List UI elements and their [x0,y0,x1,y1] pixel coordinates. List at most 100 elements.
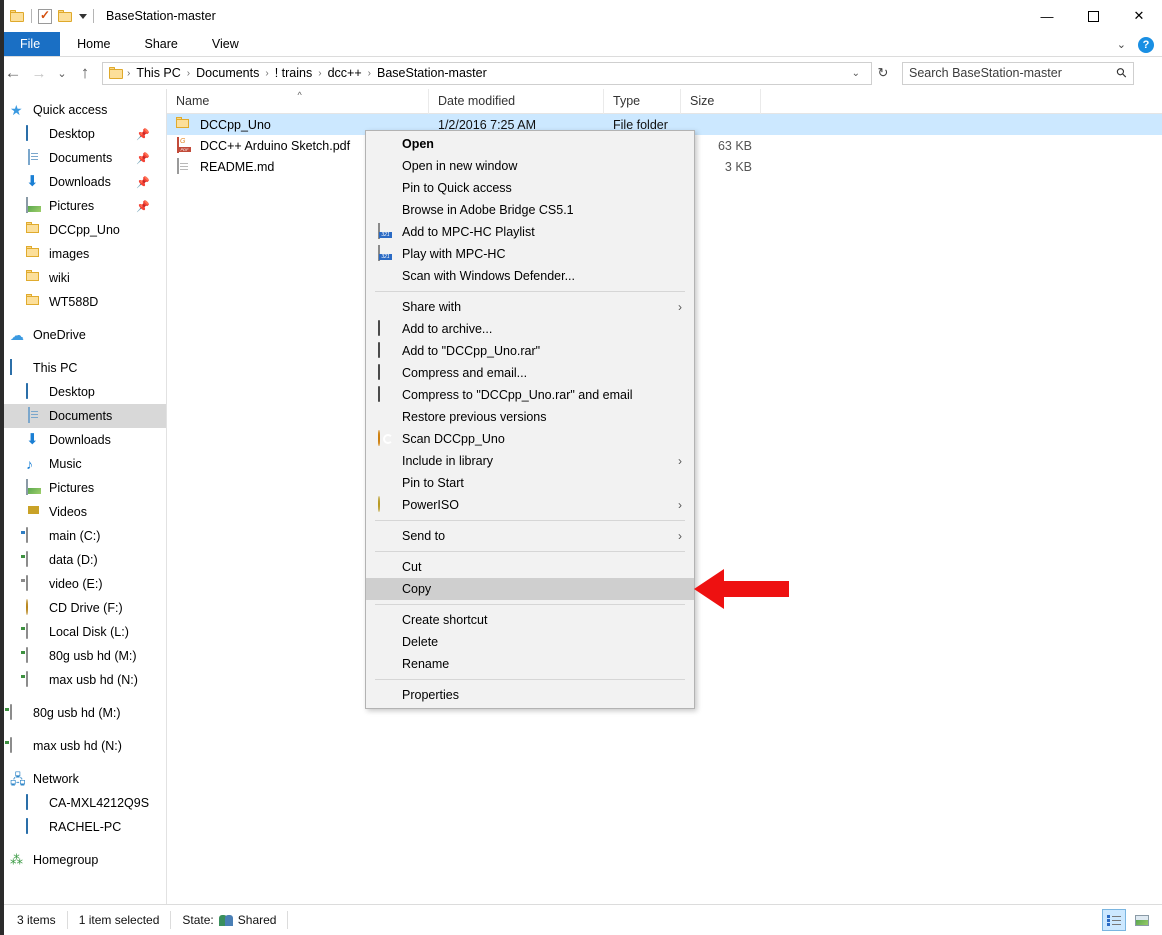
menu-item-add-to-mpc-hc-playlist[interactable]: Add to MPC-HC Playlist [366,221,694,243]
sidebar-item-toplevel-drive-n[interactable]: max usb hd (N:) [0,734,166,758]
menu-item-delete[interactable]: Delete [366,631,694,653]
sidebar-group-network[interactable]: 🖧 Network [0,767,166,791]
search-box[interactable]: Search BaseStation-master ⚲ [902,61,1134,85]
menu-item-include-in-library[interactable]: Include in library › [366,450,694,472]
sidebar-item-downloads[interactable]: ⬇ Downloads 📌 [0,170,166,194]
menu-item-open[interactable]: Open [366,133,694,155]
pin-icon[interactable]: 📌 [136,176,150,189]
tab-share[interactable]: Share [128,32,195,56]
menu-item-rename[interactable]: Rename [366,653,694,675]
pin-icon[interactable]: 📌 [136,128,150,141]
sidebar-item-pc-desktop[interactable]: Desktop [0,380,166,404]
menu-item-pin-to-quick-access[interactable]: Pin to Quick access [366,177,694,199]
up-arrow-icon[interactable]: ↑ [72,59,98,87]
customize-caret-icon[interactable] [79,13,87,19]
tab-file[interactable]: File [0,32,61,56]
menu-item-poweriso[interactable]: PowerISO › [366,494,694,516]
help-icon[interactable]: ? [1138,36,1154,53]
sidebar-group-homegroup[interactable]: ⁂ Homegroup [0,848,166,872]
menu-item-cut[interactable]: Cut [366,556,694,578]
sidebar-item-images[interactable]: images [0,242,166,266]
folder-icon[interactable] [10,10,25,22]
refresh-icon[interactable]: ↻ [872,62,894,85]
breadcrumb-item-trains[interactable]: ! trains [270,66,318,80]
sidebar-item-pc-videos[interactable]: Videos [0,500,166,524]
menu-item-send-to[interactable]: Send to › [366,525,694,547]
breadcrumb-item-documents[interactable]: Documents [191,66,264,80]
menu-item-browse-in-adobe-bridge[interactable]: Browse in Adobe Bridge CS5.1 [366,199,694,221]
menu-item-add-to-archive[interactable]: Add to archive... [366,318,694,340]
minimize-button[interactable]: — [1024,0,1070,32]
sidebar-item-ca-mxl4212q9s[interactable]: CA-MXL4212Q9S [0,791,166,815]
sidebar-item-dccpp-uno[interactable]: DCCpp_Uno [0,218,166,242]
sidebar-group-onedrive[interactable]: ☁ OneDrive [0,323,166,347]
sidebar-item-pictures[interactable]: Pictures 📌 [0,194,166,218]
sidebar-item-drive-n[interactable]: max usb hd (N:) [0,668,166,692]
menu-item-scan-dccpp-uno[interactable]: Scan DCCpp_Uno [366,428,694,450]
sidebar-item-desktop[interactable]: Desktop 📌 [0,122,166,146]
address-dropdown-icon[interactable]: ⌄ [845,68,867,79]
sidebar-item-label: Videos [49,505,87,519]
pin-icon[interactable]: 📌 [136,152,150,165]
sidebar-group-this-pc[interactable]: This PC [0,356,166,380]
sidebar-item-pc-music[interactable]: ♪ Music [0,452,166,476]
breadcrumb-item-dccpp[interactable]: dcc++ [323,66,367,80]
sidebar-item-documents[interactable]: Documents 📌 [0,146,166,170]
tab-view[interactable]: View [195,32,256,56]
chevron-right-icon: › [678,498,682,512]
sidebar-item-pc-downloads[interactable]: ⬇ Downloads [0,428,166,452]
column-header-date-modified[interactable]: Date modified [429,88,604,114]
recent-locations-icon[interactable]: ⌄ [52,59,72,87]
desktop-background-strip [0,0,4,935]
sidebar-item-pc-pictures[interactable]: Pictures [0,476,166,500]
view-buttons [1102,909,1154,931]
new-folder-icon[interactable] [58,10,73,22]
sidebar-group-quick-access[interactable]: ★ Quick access [0,98,166,122]
sidebar-item-wt588d[interactable]: WT588D [0,290,166,314]
menu-item-compress-and-email[interactable]: Compress and email... [366,362,694,384]
menu-item-compress-to-rar-and-email[interactable]: Compress to "DCCpp_Uno.rar" and email [366,384,694,406]
large-icons-view-button[interactable] [1130,909,1154,931]
menu-item-create-shortcut[interactable]: Create shortcut [366,609,694,631]
forward-arrow-icon[interactable]: → [26,59,52,87]
sidebar-item-pc-documents[interactable]: Documents [0,404,166,428]
details-view-button[interactable] [1102,909,1126,931]
title-bar: BaseStation-master — ✕ [0,0,1162,32]
properties-icon[interactable] [38,8,52,24]
menu-item-open-in-new-window[interactable]: Open in new window [366,155,694,177]
homegroup-icon: ⁂ [10,852,23,867]
column-header-type[interactable]: Type [604,88,681,114]
menu-item-copy[interactable]: Copy [366,578,694,600]
sidebar-item-drive-c[interactable]: main (C:) [0,524,166,548]
chevron-down-icon[interactable]: ⌄ [1117,38,1126,51]
sidebar-item-drive-l[interactable]: Local Disk (L:) [0,620,166,644]
maximize-button[interactable] [1070,0,1116,32]
tab-home[interactable]: Home [60,32,127,56]
sidebar-item-rachel-pc[interactable]: RACHEL-PC [0,815,166,839]
sidebar-item-drive-m[interactable]: 80g usb hd (M:) [0,644,166,668]
menu-item-properties[interactable]: Properties [366,684,694,706]
sidebar-item-toplevel-drive-m[interactable]: 80g usb hd (M:) [0,701,166,725]
menu-item-pin-to-start[interactable]: Pin to Start [366,472,694,494]
sidebar-item-drive-d[interactable]: data (D:) [0,548,166,572]
sidebar-item-wiki[interactable]: wiki [0,266,166,290]
annotation-arrow-icon [694,569,789,609]
breadcrumb-item-this-pc[interactable]: This PC [131,66,185,80]
menu-item-add-to-rar[interactable]: Add to "DCCpp_Uno.rar" [366,340,694,362]
column-header-size[interactable]: Size [681,88,761,114]
breadcrumb-bar[interactable]: › This PC › Documents › ! trains › dcc++… [102,61,872,85]
folder-icon [26,270,42,286]
pin-icon[interactable]: 📌 [136,200,150,213]
menu-item-restore-previous-versions[interactable]: Restore previous versions [366,406,694,428]
sidebar-item-drive-e[interactable]: video (E:) [0,572,166,596]
menu-item-label: Include in library [402,454,494,468]
menu-item-share-with[interactable]: Share with › [366,296,694,318]
breadcrumb-item-basestation-master[interactable]: BaseStation-master [372,66,492,80]
sidebar-item-cd-drive-f[interactable]: CD Drive (F:) [0,596,166,620]
close-button[interactable]: ✕ [1116,0,1162,32]
column-header-name[interactable]: Name ^ [167,88,429,114]
menu-item-play-with-mpc-hc[interactable]: Play with MPC-HC [366,243,694,265]
menu-item-scan-with-windows-defender[interactable]: Scan with Windows Defender... [366,265,694,287]
search-input[interactable]: Search BaseStation-master [909,66,1117,80]
